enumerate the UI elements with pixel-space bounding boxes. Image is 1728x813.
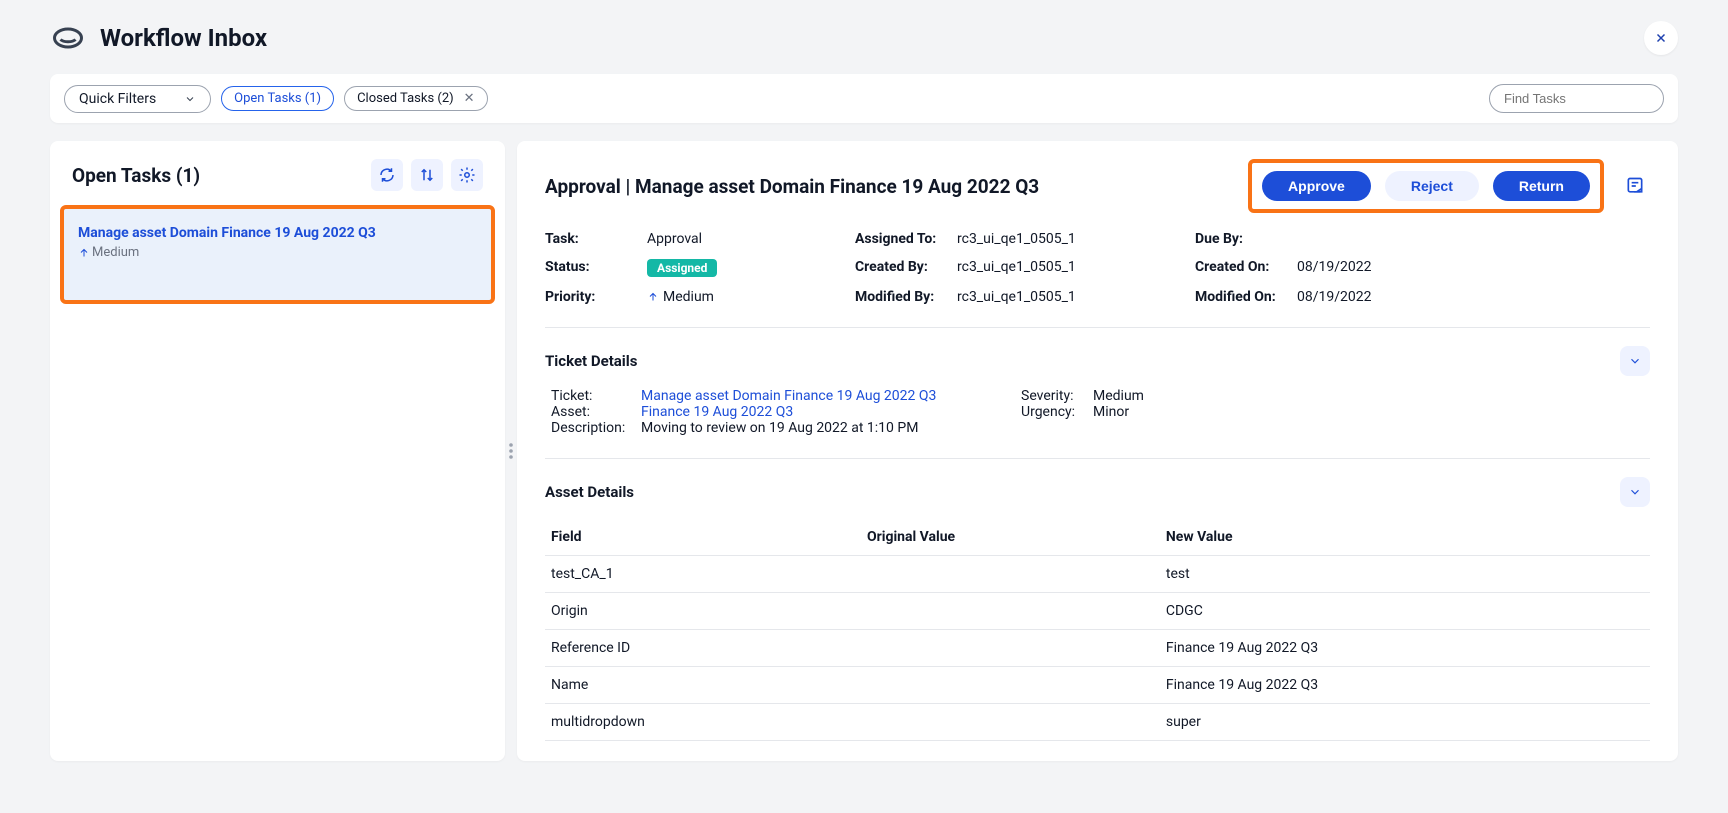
page-title: Workflow Inbox [100, 24, 267, 52]
meta-assigned-label: Assigned To: [855, 231, 945, 247]
asset-section-title: Asset Details [545, 483, 634, 501]
sort-button[interactable] [411, 159, 443, 191]
meta-createdby-value: rc3_ui_qe1_0505_1 [957, 259, 1076, 277]
reject-button[interactable]: Reject [1385, 171, 1479, 201]
meta-assigned-value: rc3_ui_qe1_0505_1 [957, 231, 1076, 247]
meta-task-value: Approval [647, 231, 702, 247]
search-input[interactable] [1502, 90, 1682, 107]
table-row: OriginCDGC [545, 593, 1650, 630]
detail-panel: Approval | Manage asset Domain Finance 1… [517, 141, 1678, 761]
meta-modifiedon-value: 08/19/2022 [1297, 289, 1372, 305]
asset-table: Field Original Value New Value test_CA_1… [545, 519, 1650, 741]
filter-bar: Quick Filters Open Tasks (1) Closed Task… [50, 74, 1678, 123]
col-new: New Value [1160, 519, 1650, 556]
approve-button[interactable]: Approve [1262, 171, 1371, 201]
detail-title: Approval | Manage asset Domain Finance 1… [545, 175, 1234, 198]
chip-closed-tasks[interactable]: Closed Tasks (2) ✕ [344, 86, 487, 111]
meta-createdby-label: Created By: [855, 259, 945, 277]
meta-status-label: Status: [545, 259, 635, 277]
meta-modifiedby-value: rc3_ui_qe1_0505_1 [957, 289, 1076, 305]
inbox-icon [50, 20, 86, 56]
status-badge: Assigned [647, 259, 717, 277]
asset-label: Asset: [551, 404, 633, 420]
chip-open-tasks-label: Open Tasks (1) [234, 91, 321, 106]
meta-dueby-label: Due By: [1195, 231, 1285, 247]
col-field: Field [545, 519, 861, 556]
action-buttons-group: Approve Reject Return [1248, 159, 1604, 213]
table-row: Reference IDFinance 19 Aug 2022 Q3 [545, 630, 1650, 667]
close-button[interactable] [1644, 21, 1678, 55]
urgency-label: Urgency: [1021, 404, 1085, 420]
quick-filters-label: Quick Filters [79, 91, 156, 107]
chip-open-tasks[interactable]: Open Tasks (1) [221, 86, 334, 111]
urgency-value: Minor [1093, 404, 1129, 420]
settings-button[interactable] [451, 159, 483, 191]
meta-modifiedby-label: Modified By: [855, 289, 945, 305]
open-tasks-panel: Open Tasks (1) Manage asset Domain Finan… [50, 141, 505, 761]
table-row: NameFinance 19 Aug 2022 Q3 [545, 667, 1650, 704]
meta-task-label: Task: [545, 231, 635, 247]
arrow-up-icon [647, 291, 659, 303]
asset-link[interactable]: Finance 19 Aug 2022 Q3 [641, 404, 793, 420]
ticket-section-title: Ticket Details [545, 352, 637, 370]
table-row: test_CA_1test [545, 556, 1650, 593]
chip-closed-tasks-remove-icon[interactable]: ✕ [464, 91, 475, 106]
ticket-collapse-button[interactable] [1620, 346, 1650, 376]
meta-priority-value: Medium [647, 289, 714, 305]
notes-icon[interactable] [1620, 171, 1650, 201]
severity-label: Severity: [1021, 388, 1085, 404]
meta-createdon-label: Created On: [1195, 259, 1285, 277]
task-card-priority-text: Medium [92, 245, 139, 260]
refresh-button[interactable] [371, 159, 403, 191]
asset-collapse-button[interactable] [1620, 477, 1650, 507]
description-label: Description: [551, 420, 633, 436]
col-original: Original Value [861, 519, 1160, 556]
task-card[interactable]: Manage asset Domain Finance 19 Aug 2022 … [60, 205, 495, 304]
table-row: multidropdownsuper [545, 704, 1650, 741]
task-card-title: Manage asset Domain Finance 19 Aug 2022 … [78, 225, 477, 241]
description-value: Moving to review on 19 Aug 2022 at 1:10 … [641, 420, 918, 436]
return-button[interactable]: Return [1493, 171, 1590, 201]
ticket-link[interactable]: Manage asset Domain Finance 19 Aug 2022 … [641, 388, 936, 404]
severity-value: Medium [1093, 388, 1144, 404]
quick-filters-dropdown[interactable]: Quick Filters [64, 85, 211, 113]
ticket-label: Ticket: [551, 388, 633, 404]
meta-priority-label: Priority: [545, 289, 635, 305]
task-card-priority: Medium [78, 245, 477, 260]
search-box[interactable] [1489, 84, 1664, 113]
arrow-up-icon [78, 247, 90, 259]
chip-closed-tasks-label: Closed Tasks (2) [357, 91, 454, 106]
meta-modifiedon-label: Modified On: [1195, 289, 1285, 305]
meta-createdon-value: 08/19/2022 [1297, 259, 1372, 277]
panel-resize-handle[interactable] [505, 141, 517, 761]
open-tasks-title: Open Tasks (1) [72, 164, 200, 187]
